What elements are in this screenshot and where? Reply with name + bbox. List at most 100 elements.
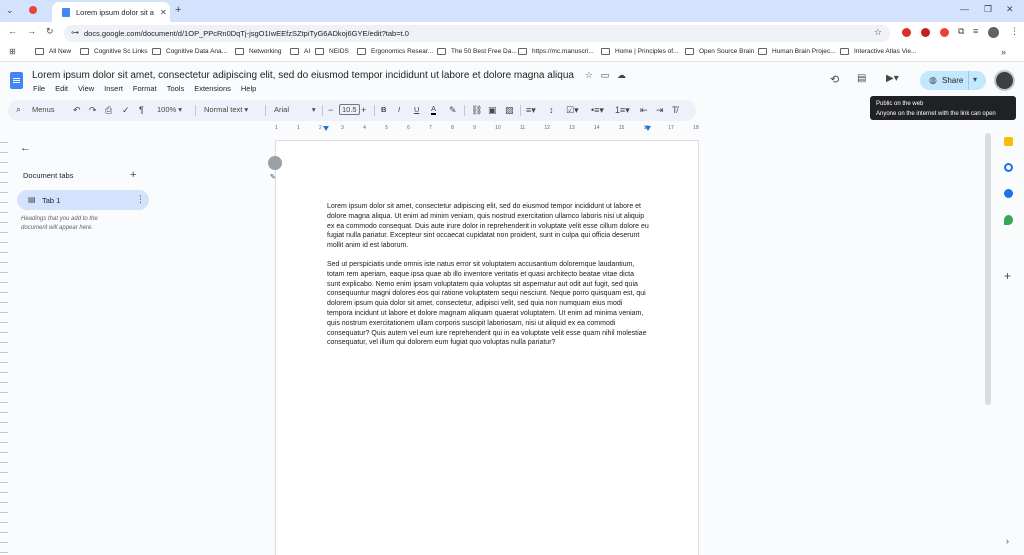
- contacts-icon[interactable]: [1004, 189, 1013, 198]
- keep-icon[interactable]: [1004, 137, 1013, 146]
- tab-search-icon[interactable]: ⌄: [6, 5, 14, 16]
- collapse-panel-icon[interactable]: ›: [1006, 536, 1009, 546]
- bold-icon[interactable]: B: [381, 105, 386, 114]
- document-page[interactable]: Lorem ipsum dolor sit amet, consectetur …: [275, 140, 699, 555]
- maps-icon[interactable]: [1004, 215, 1013, 225]
- sidebar-item-tab-1[interactable]: ▤ Tab 1 ⋮: [17, 190, 149, 210]
- bookmark-item[interactable]: Networking: [235, 48, 282, 55]
- underline-icon[interactable]: U: [414, 105, 419, 114]
- add-on-icon[interactable]: +: [1004, 269, 1011, 283]
- url-bar[interactable]: ⊶ docs.google.com/document/d/1OP_PPcRn0D…: [64, 25, 890, 42]
- reading-list-icon[interactable]: ≡: [973, 26, 978, 36]
- bookmark-item[interactable]: Interactive Atlas Vie...: [840, 48, 916, 55]
- bookmark-item[interactable]: Open Source Brain: [685, 48, 754, 55]
- increase-font-size-icon[interactable]: +: [361, 105, 366, 115]
- share-dropdown-icon[interactable]: ▾: [973, 75, 977, 84]
- extensions-puzzle-icon[interactable]: ⧉: [958, 26, 964, 37]
- menu-help[interactable]: Help: [241, 84, 256, 93]
- bookmark-item[interactable]: Cognitive Data Ana...: [152, 48, 227, 55]
- menu-tools[interactable]: Tools: [167, 84, 185, 93]
- menus-search[interactable]: Menus: [32, 105, 55, 114]
- account-avatar[interactable]: [994, 70, 1015, 91]
- insert-link-icon[interactable]: ⛓: [471, 105, 482, 116]
- share-button[interactable]: ◍ Share ▾: [920, 71, 986, 90]
- meet-icon[interactable]: ▶▾: [886, 73, 899, 84]
- reload-icon[interactable]: ↻: [46, 26, 54, 37]
- recording-icon[interactable]: [29, 6, 37, 14]
- clear-formatting-icon[interactable]: T̸: [672, 105, 678, 115]
- bookmark-item[interactable]: AI: [290, 48, 310, 55]
- decrease-font-size-icon[interactable]: −: [328, 105, 333, 115]
- version-history-icon[interactable]: ⟲: [830, 73, 839, 86]
- menu-extensions[interactable]: Extensions: [194, 84, 231, 93]
- bookmark-item[interactable]: Home | Principles of...: [601, 48, 678, 55]
- new-tab-icon[interactable]: +: [175, 4, 181, 16]
- close-window-icon[interactable]: ✕: [1006, 4, 1014, 15]
- minimize-icon[interactable]: —: [960, 4, 969, 14]
- left-indent-marker[interactable]: [323, 126, 329, 131]
- comments-icon[interactable]: ▤: [857, 73, 866, 84]
- paint-format-icon[interactable]: ¶: [139, 105, 144, 115]
- right-indent-marker[interactable]: [645, 126, 651, 131]
- zoom-select[interactable]: 100% ▾: [157, 105, 182, 114]
- edit-pencil-icon[interactable]: ✎: [270, 173, 276, 181]
- add-tab-icon[interactable]: +: [130, 169, 136, 181]
- site-info-icon[interactable]: ⊶: [71, 28, 79, 37]
- document-title[interactable]: Lorem ipsum dolor sit amet, consectetur …: [32, 70, 626, 81]
- bookmark-item[interactable]: The 50 Best Free Da...: [437, 48, 517, 55]
- increase-indent-icon[interactable]: ⇥: [656, 105, 664, 116]
- bulleted-list-icon[interactable]: •≡▾: [591, 105, 604, 116]
- checklist-icon[interactable]: ☑▾: [566, 105, 579, 116]
- align-icon[interactable]: ≡▾: [526, 105, 536, 116]
- undo-icon[interactable]: ↶: [73, 105, 81, 116]
- bookmark-item[interactable]: All New: [35, 48, 71, 55]
- apps-grid-icon[interactable]: ⊞: [9, 47, 16, 56]
- menu-edit[interactable]: Edit: [55, 84, 68, 93]
- menu-format[interactable]: Format: [133, 84, 157, 93]
- cloud-status-icon[interactable]: ☁: [617, 70, 626, 80]
- tab-options-icon[interactable]: ⋮: [136, 194, 145, 205]
- paragraph-2[interactable]: Sed ut perspiciatis unde omnis iste natu…: [327, 260, 649, 348]
- adblock-icon[interactable]: [921, 28, 930, 37]
- decrease-indent-icon[interactable]: ⇤: [640, 105, 648, 116]
- style-select[interactable]: Normal text ▾: [204, 105, 248, 114]
- insert-image-icon[interactable]: ▨: [505, 105, 514, 116]
- browser-tab-active[interactable]: Lorem ipsum dolor sit amet, co ✕: [52, 2, 170, 22]
- floating-toolbar-icon[interactable]: [268, 156, 282, 170]
- line-spacing-icon[interactable]: ↕: [549, 105, 554, 115]
- profile-avatar[interactable]: [988, 27, 999, 38]
- close-tab-icon[interactable]: ✕: [160, 8, 167, 17]
- paragraph-1[interactable]: Lorem ipsum dolor sit amet, consectetur …: [327, 202, 649, 251]
- back-arrow-icon[interactable]: ←: [20, 142, 31, 154]
- extension-red-icon[interactable]: [902, 28, 911, 37]
- star-icon[interactable]: ☆: [585, 70, 593, 80]
- bookmark-item[interactable]: Cognitive Sc Links: [80, 48, 147, 55]
- docs-logo-icon[interactable]: [10, 72, 23, 89]
- search-menus-icon[interactable]: ⌕: [16, 104, 21, 115]
- forward-icon[interactable]: →: [27, 26, 36, 36]
- move-folder-icon[interactable]: ▭: [601, 70, 610, 80]
- bookmark-item[interactable]: NEIDS: [315, 48, 349, 55]
- print-icon[interactable]: ⎙: [105, 105, 112, 116]
- more-bookmarks-icon[interactable]: »: [1001, 47, 1006, 57]
- bookmark-item[interactable]: Human Brain Projec...: [758, 48, 836, 55]
- font-size-input[interactable]: 10.5: [339, 104, 360, 115]
- numbered-list-icon[interactable]: 1≡▾: [615, 105, 630, 116]
- font-select[interactable]: Arial ▾: [274, 105, 316, 114]
- spellcheck-icon[interactable]: ✓: [122, 105, 130, 116]
- add-comment-icon[interactable]: ▣: [488, 105, 497, 116]
- italic-icon[interactable]: I: [398, 105, 400, 114]
- bookmark-item[interactable]: https://mc.manuscri...: [518, 48, 594, 55]
- tasks-icon[interactable]: [1004, 163, 1013, 172]
- text-color-icon[interactable]: A: [431, 105, 437, 115]
- menu-file[interactable]: File: [33, 84, 45, 93]
- menu-view[interactable]: View: [78, 84, 94, 93]
- browser-menu-icon[interactable]: ⋮: [1010, 26, 1019, 37]
- extension-icon[interactable]: [940, 28, 949, 37]
- bookmark-item[interactable]: Ergonomics Resear...: [357, 48, 433, 55]
- restore-icon[interactable]: ❐: [984, 4, 992, 15]
- highlight-icon[interactable]: ✎: [449, 105, 457, 116]
- bookmark-star-icon[interactable]: ☆: [874, 27, 882, 38]
- redo-icon[interactable]: ↷: [89, 105, 97, 116]
- back-icon[interactable]: ←: [8, 26, 17, 36]
